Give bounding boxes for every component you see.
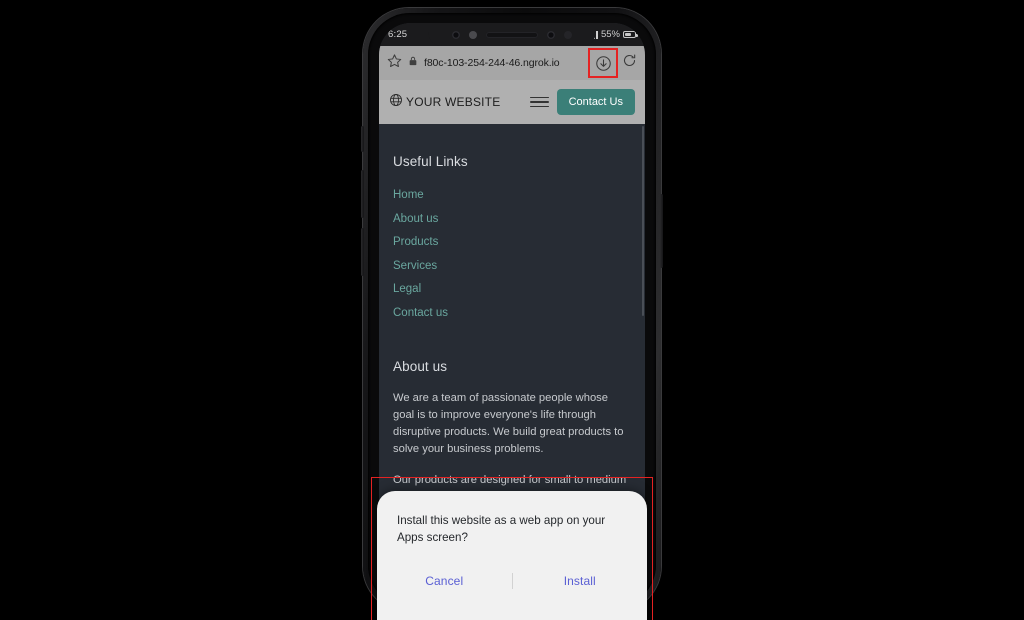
hamburger-menu-icon[interactable] [529,96,549,108]
battery-percent-label: 55% [600,29,620,40]
volume-up-button[interactable] [361,170,364,218]
proximity-sensor-icon [547,30,555,39]
list-item[interactable]: Services [393,256,631,274]
list-item[interactable]: About us [393,209,631,227]
list-item[interactable]: Contact us [393,303,631,321]
sensor-dot-icon [469,30,477,39]
about-us-section: About us We are a team of passionate peo… [393,359,631,506]
url-text[interactable]: f80c-103-254-244-46.ngrok.io [424,57,584,69]
link-products[interactable]: Products [393,236,438,248]
useful-links-list: Home About us Products Services Legal Co… [393,185,631,321]
silent-switch-button[interactable] [361,126,364,152]
list-item[interactable]: Legal [393,279,631,297]
install-slot: Install [513,570,648,592]
lock-icon[interactable] [408,54,418,72]
link-about-us[interactable]: About us [393,213,438,225]
download-button[interactable] [588,48,618,78]
link-home[interactable]: Home [393,189,424,201]
earpiece-speaker [486,31,538,38]
brand-name: YOUR WEBSITE [406,95,501,109]
contact-us-button[interactable]: Contact Us [556,89,635,115]
list-item[interactable]: Products [393,232,631,250]
device-notch [428,23,596,46]
about-paragraph-1: We are a team of passionate people whose… [393,391,624,455]
browser-address-bar: f80c-103-254-244-46.ngrok.io [379,46,645,80]
cancel-button[interactable]: Cancel [415,570,473,592]
install-button[interactable]: Install [554,570,606,592]
refresh-icon[interactable] [622,53,637,73]
content-scrollbar[interactable] [641,126,644,316]
link-contact-us[interactable]: Contact us [393,307,448,319]
list-item[interactable]: Home [393,185,631,203]
power-button[interactable] [660,194,663,268]
link-services[interactable]: Services [393,260,437,272]
ambient-light-sensor-icon [564,30,572,39]
dialog-message: Install this website as a web app on you… [397,514,606,544]
install-web-app-dialog: Install this website as a web app on you… [377,491,647,620]
about-us-heading: About us [393,358,448,374]
link-legal[interactable]: Legal [393,283,421,295]
useful-links-heading: Useful Links [393,154,468,169]
dialog-actions: Cancel Install [377,570,647,592]
volume-down-button[interactable] [361,228,364,276]
status-bar: 6:25 ☷ 55% [379,23,645,46]
front-camera-icon [452,30,460,39]
site-header: YOUR WEBSITE Contact Us [379,80,645,124]
globe-icon [389,93,403,112]
brand-logo[interactable]: YOUR WEBSITE [389,93,522,112]
battery-icon [623,31,638,38]
cancel-slot: Cancel [377,570,512,592]
star-icon[interactable] [387,53,402,73]
status-time: 6:25 [388,29,408,40]
